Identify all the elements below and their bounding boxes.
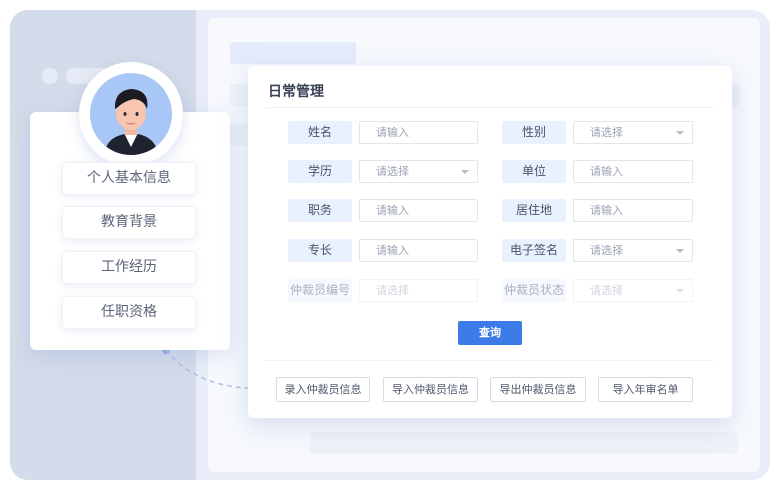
divider bbox=[266, 107, 714, 108]
residence-input[interactable]: 请输入 bbox=[573, 199, 693, 222]
query-button[interactable]: 查询 bbox=[458, 321, 522, 345]
residence-label: 居住地 bbox=[502, 199, 566, 222]
profile-menu-education[interactable]: 教育背景 bbox=[62, 206, 196, 239]
profile-menu-work-experience[interactable]: 工作经历 bbox=[62, 251, 196, 284]
export-arbitrator-button[interactable]: 导出仲裁员信息 bbox=[490, 377, 586, 402]
esign-select[interactable]: 请选择 bbox=[573, 239, 693, 262]
avatar bbox=[90, 73, 172, 155]
specialty-label: 专长 bbox=[288, 239, 352, 262]
import-arbitrator-button[interactable]: 导入仲裁员信息 bbox=[383, 377, 478, 402]
name-input[interactable]: 请输入 bbox=[359, 121, 478, 144]
specialty-input[interactable]: 请输入 bbox=[359, 239, 478, 262]
gender-select[interactable]: 请选择 bbox=[573, 121, 693, 144]
divider bbox=[266, 360, 714, 361]
gender-label: 性别 bbox=[502, 121, 566, 144]
chevron-down-icon bbox=[676, 249, 684, 253]
education-select[interactable]: 请选择 bbox=[359, 160, 478, 183]
management-form-card: 日常管理 姓名 请输入 性别 请选择 学历 请选择 单位 请输入 职务 请输入 … bbox=[248, 66, 732, 418]
education-label: 学历 bbox=[288, 160, 352, 183]
chevron-down-icon bbox=[676, 131, 684, 135]
profile-menu-basic-info[interactable]: 个人基本信息 bbox=[62, 162, 196, 195]
education-select-value: 请选择 bbox=[376, 165, 409, 178]
page-title: 日常管理 bbox=[268, 84, 324, 100]
position-input[interactable]: 请输入 bbox=[359, 199, 478, 222]
arbiter-status-select-value: 请选择 bbox=[590, 284, 623, 297]
arbiter-number-label: 仲裁员编号 bbox=[288, 279, 352, 302]
position-label: 职务 bbox=[288, 199, 352, 222]
chevron-down-icon bbox=[461, 170, 469, 174]
arbiter-status-label: 仲裁员状态 bbox=[502, 279, 566, 302]
arbiter-status-select[interactable]: 请选择 bbox=[573, 279, 693, 302]
gender-select-value: 请选择 bbox=[590, 126, 623, 139]
unit-label: 单位 bbox=[502, 160, 566, 183]
add-arbitrator-button[interactable]: 录入仲裁员信息 bbox=[276, 377, 370, 402]
profile-menu-qualifications[interactable]: 任职资格 bbox=[62, 296, 196, 329]
unit-input[interactable]: 请输入 bbox=[573, 160, 693, 183]
name-label: 姓名 bbox=[288, 121, 352, 144]
stage: 个人基本信息 教育背景 工作经历 任职资格 日常管理 姓名 请输入 性别 请选择… bbox=[0, 0, 780, 490]
import-annual-review-button[interactable]: 导入年审名单 bbox=[598, 377, 693, 402]
esign-select-value: 请选择 bbox=[590, 244, 623, 257]
arbiter-number-input[interactable]: 请选择 bbox=[359, 279, 478, 302]
user-avatar-icon bbox=[104, 89, 158, 155]
chevron-down-icon bbox=[676, 289, 684, 293]
esign-label: 电子签名 bbox=[502, 239, 566, 262]
